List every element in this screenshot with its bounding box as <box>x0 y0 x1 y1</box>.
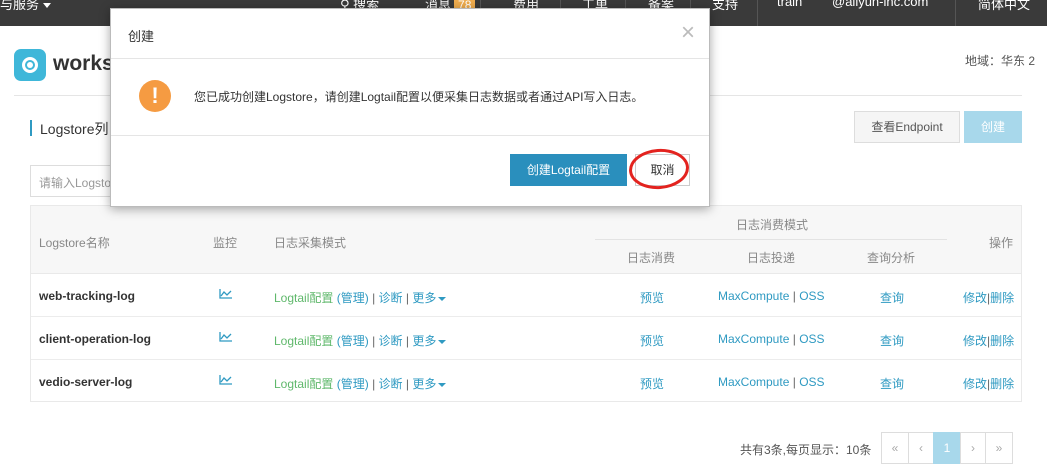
create-logtail-config-button[interactable]: 创建Logtail配置 <box>510 154 627 186</box>
create-success-dialog: 创建 × ! 您已成功创建Logstore，请创建Logtail配置以便采集日志… <box>110 8 710 207</box>
divider <box>111 135 709 136</box>
warning-icon: ! <box>139 80 171 112</box>
dialog-header: 创建 × <box>111 9 709 59</box>
dialog-title: 创建 <box>128 29 155 44</box>
dialog-message: 您已成功创建Logstore，请创建Logtail配置以便采集日志数据或者通过A… <box>194 90 644 104</box>
close-icon[interactable]: × <box>681 21 695 45</box>
